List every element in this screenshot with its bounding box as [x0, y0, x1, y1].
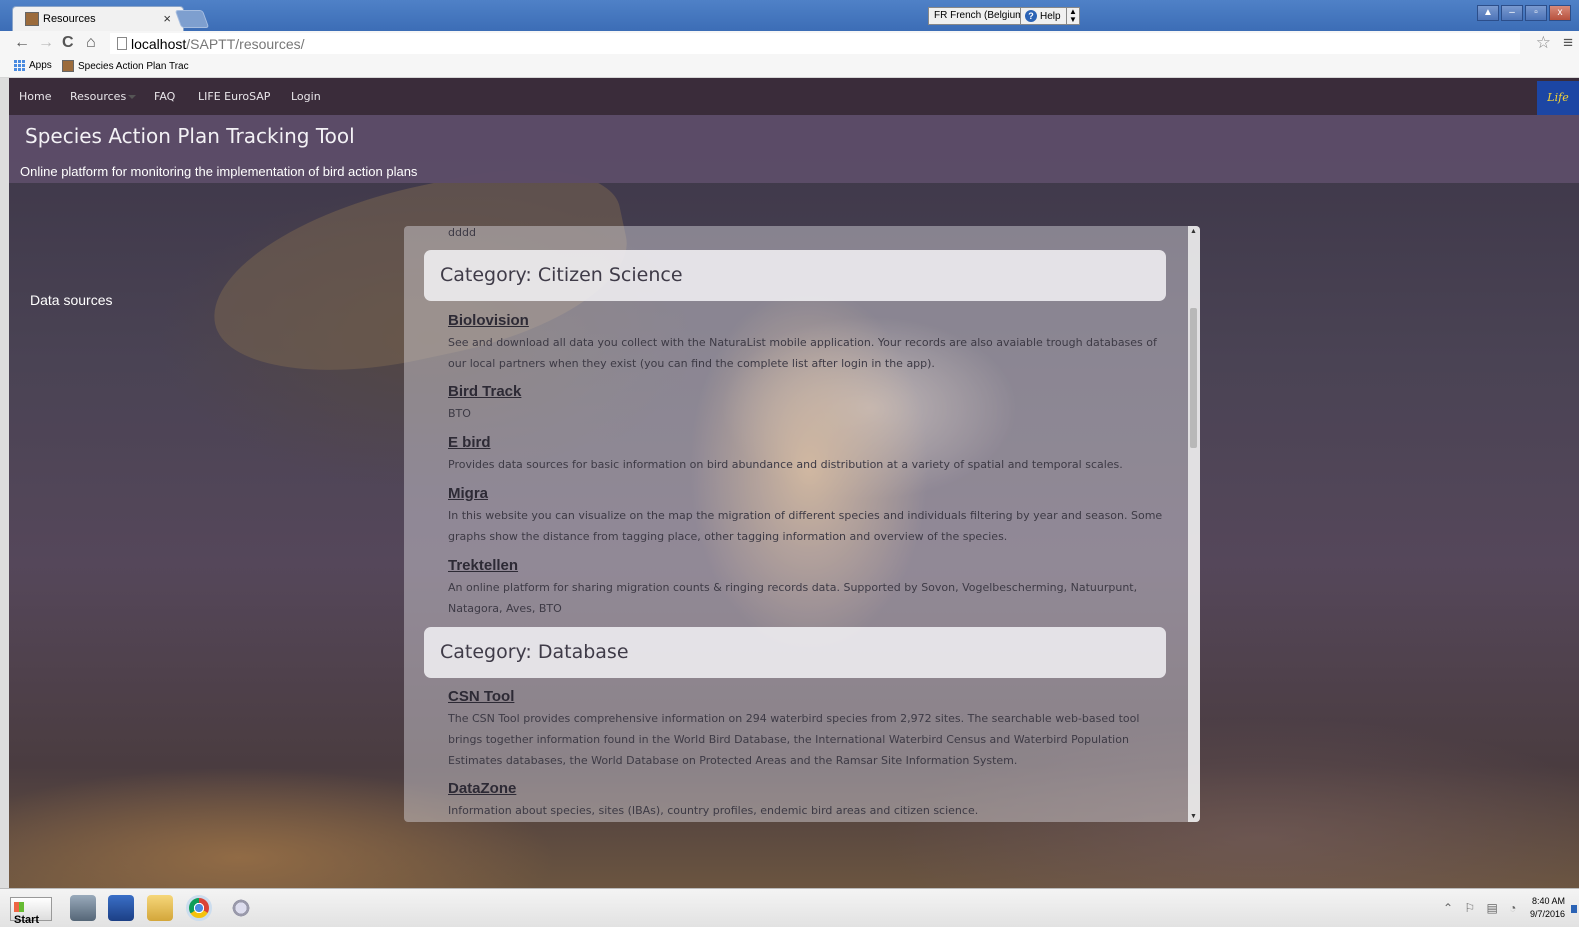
resource-description: See and download all data you collect wi… [448, 336, 1157, 370]
nav-faq[interactable]: FAQ [154, 90, 175, 103]
bookmarks-bar: Apps Species Action Plan Trac [0, 56, 1579, 78]
help-icon: ? [1025, 10, 1037, 22]
web-page: Home Resources FAQ LIFE EuroSAP Login Li… [9, 78, 1579, 888]
resource-link[interactable]: CSN Tool [448, 688, 514, 705]
windows-logo-icon [14, 902, 24, 912]
resource-description: In this website you can visualize on the… [448, 509, 1163, 543]
nav-life-eurosap[interactable]: LIFE EuroSAP [198, 90, 270, 103]
maximize-button[interactable]: ▫ [1525, 5, 1547, 21]
panel-scrollbar[interactable]: ▲ ▼ [1188, 226, 1200, 822]
server-manager-icon[interactable] [70, 895, 96, 921]
resource-link[interactable]: DataZone [448, 780, 516, 797]
resource-description: Information about species, sites (IBAs),… [448, 804, 979, 817]
resource-link[interactable]: Bird Track [448, 383, 521, 400]
reload-icon[interactable]: C [62, 34, 74, 52]
window-controls: ▲ – ▫ x [1477, 5, 1571, 21]
forward-arrow-icon[interactable]: → [38, 34, 54, 52]
url-text: localhost/SAPTT/resources/ [131, 36, 305, 52]
category-header: Category: Citizen Science [424, 250, 1166, 301]
category-header: Category: Database [424, 627, 1166, 678]
tab-close-icon[interactable]: × [163, 11, 171, 26]
new-tab-button[interactable] [174, 10, 210, 28]
life-logo[interactable]: Life [1537, 81, 1579, 115]
powershell-icon[interactable] [108, 895, 134, 921]
site-navbar: Home Resources FAQ LIFE EuroSAP Login Li… [9, 78, 1579, 115]
resource-link[interactable]: Biolovision [448, 312, 529, 329]
browser-titlebar: Resources × FR French (Belgium) ? Help ▲ ▼… [0, 0, 1579, 31]
help-label: Help [1040, 11, 1061, 22]
nav-home[interactable]: Home [19, 90, 51, 103]
show-desktop-button[interactable] [1571, 905, 1577, 913]
bookmark-apps[interactable]: Apps [14, 60, 52, 71]
page-icon [117, 37, 127, 50]
file-explorer-icon[interactable] [147, 895, 173, 921]
bookmark-star-icon[interactable]: ☆ [1536, 33, 1551, 53]
resource-link[interactable]: Migra [448, 485, 488, 502]
user-icon[interactable]: ▲ [1477, 5, 1499, 21]
language-indicator[interactable]: FR French (Belgium) [928, 7, 1033, 25]
minimize-button[interactable]: – [1501, 5, 1523, 21]
tray-icons[interactable]: ⌃ ⚐ ▤ ◔ [1443, 901, 1520, 915]
resource-description: An online platform for sharing migration… [448, 581, 1138, 615]
system-tray: ⌃ ⚐ ▤ ◔ 8:40 AM 9/7/2016 [1439, 895, 1579, 923]
language-bar-options-icon[interactable]: ▲ ▼ [1066, 7, 1080, 25]
resource-description: BTO [448, 407, 471, 420]
tab-favicon-icon [25, 12, 39, 26]
home-icon[interactable]: ⌂ [86, 34, 96, 52]
apps-grid-icon [14, 60, 25, 71]
bookmark-label: Apps [29, 60, 52, 71]
bookmark-saptt[interactable]: Species Action Plan Trac [62, 60, 189, 72]
resource-description: The CSN Tool provides comprehensive info… [448, 712, 1140, 767]
resource-link[interactable]: Trektellen [448, 557, 518, 574]
resource-description: Provides data sources for basic informat… [448, 458, 1123, 471]
stray-text: dddd [448, 226, 476, 239]
clock-date[interactable]: 9/7/2016 [1530, 909, 1565, 919]
scroll-up-icon[interactable]: ▲ [1190, 228, 1197, 235]
resources-list: dddd Category: Citizen Science Biolovisi… [404, 226, 1184, 822]
resource-link[interactable]: E bird [448, 434, 491, 451]
browser-menu-icon[interactable]: ≡ [1563, 33, 1573, 53]
tab-title: Resources [43, 13, 96, 25]
windows-taskbar: Start ⌃ ⚐ ▤ ◔ 8:40 AM 9/7/2016 [0, 888, 1579, 927]
resources-panel[interactable]: dddd Category: Citizen Science Biolovisi… [404, 226, 1200, 822]
site-title: Species Action Plan Tracking Tool [25, 124, 355, 148]
scrollbar-thumb[interactable] [1190, 308, 1197, 448]
sidebar-heading: Data sources [30, 292, 113, 308]
clock-time[interactable]: 8:40 AM [1532, 896, 1565, 906]
bookmark-favicon-icon [62, 60, 74, 72]
close-window-button[interactable]: x [1549, 5, 1571, 21]
settings-gear-icon[interactable] [228, 895, 254, 921]
browser-tab[interactable]: Resources × [12, 6, 184, 31]
address-bar[interactable]: localhost/SAPTT/resources/ [110, 33, 1520, 54]
back-arrow-icon[interactable]: ← [14, 34, 30, 52]
chevron-down-icon [128, 95, 137, 99]
site-subtitle: Online platform for monitoring the imple… [20, 164, 418, 179]
chrome-icon[interactable] [186, 895, 212, 921]
bookmark-label: Species Action Plan Trac [78, 60, 189, 72]
nav-resources[interactable]: Resources [70, 90, 137, 103]
site-header: Species Action Plan Tracking Tool Online… [9, 115, 1579, 183]
start-button[interactable]: Start [10, 897, 52, 926]
help-button[interactable]: ? Help [1020, 7, 1068, 25]
nav-login[interactable]: Login [291, 90, 321, 103]
scroll-down-icon[interactable]: ▼ [1190, 813, 1197, 820]
browser-toolbar: ← → C ⌂ localhost/SAPTT/resources/ ☆ ≡ [0, 31, 1579, 56]
